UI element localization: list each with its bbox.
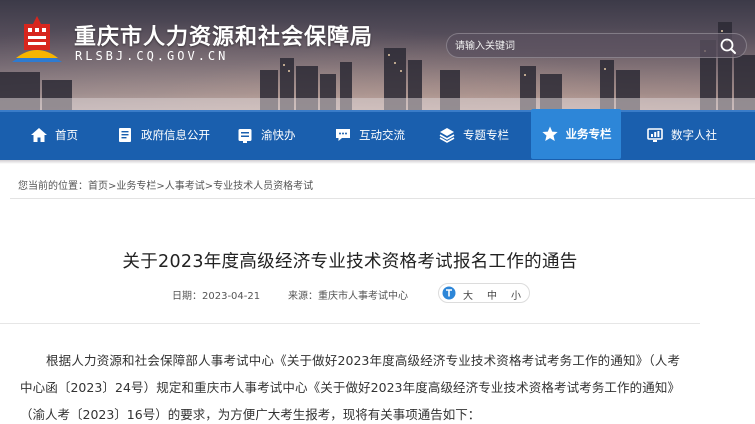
nav-item-label: 首页 [55,128,78,142]
main-nav: 首页 政府信息公开 渝快办 互动交流 专题专栏 业务专栏 数字人社 [0,109,755,160]
nav-shadow [0,160,755,164]
nav-item-label: 数字人社 [671,128,717,142]
nav-item-label: 渝快办 [261,128,296,142]
nav-item-special-topics[interactable]: 专题专栏 [430,112,509,158]
ministry-logo [12,16,62,62]
font-size-small-button[interactable]: 小 [511,287,521,302]
nav-item-digital-hr[interactable]: 数字人社 [638,112,717,158]
search-input[interactable] [455,37,705,55]
breadcrumb-link-personnel-exam[interactable]: 人事考试 [165,181,205,192]
font-size-medium-button[interactable]: 中 [487,287,497,302]
article-title: 关于2023年度高级经济专业技术资格考试报名工作的通告 [122,252,578,272]
nav-item-label: 政府信息公开 [141,128,210,142]
breadcrumb-prefix: 您当前的位置： [18,181,88,192]
breadcrumb-link-business[interactable]: 业务专栏 [116,181,156,192]
breadcrumb-separator: > [204,181,214,192]
nav-item-label: 业务专栏 [565,127,612,141]
nav-item-interaction[interactable]: 互动交流 [326,112,405,158]
nav-item-gov-info[interactable]: 政府信息公开 [108,112,210,158]
site-title: 重庆市人力资源和社会保障局 [74,25,374,50]
nav-item-business[interactable]: 业务专栏 [531,109,621,159]
nav-item-label: 互动交流 [359,128,405,142]
header-banner: 重庆市人力资源和社会保障局 RLSBJ.CQ.GOV.CN [0,0,755,110]
breadcrumb-link-home[interactable]: 首页 [88,181,108,192]
chart-icon [647,128,663,142]
service-icon [238,129,252,143]
chat-icon [336,129,350,141]
title-divider [0,323,700,324]
breadcrumb-link-qualification-exam[interactable]: 专业技术人员资格考试 [213,181,313,192]
search-box [446,33,747,58]
article-source: 来源：重庆市人事考试中心 [288,291,408,302]
nav-item-label: 专题专栏 [463,128,509,142]
article-date: 日期：2023-04-21 [172,291,261,302]
font-size-large-button[interactable]: 大 [463,287,473,302]
nav-item-yukuaiban[interactable]: 渝快办 [228,112,296,158]
font-size-icon [442,286,456,300]
star-icon [541,126,558,141]
breadcrumb: 您当前的位置：首页>业务专栏>人事考试>专业技术人员资格考试 [10,175,755,199]
document-icon [119,128,131,142]
site-domain: RLSBJ.CQ.GOV.CN [75,49,229,63]
nav-item-home[interactable]: 首页 [22,112,78,158]
article-paragraph: 根据人力资源和社会保障部人事考试中心《关于做好2023年度高级经济专业技术资格考… [20,353,680,422]
home-icon [31,128,47,142]
font-size-switcher: 大 中 小 [438,283,530,303]
breadcrumb-separator: > [156,181,165,192]
layers-icon [439,128,455,143]
search-icon[interactable] [719,37,737,55]
